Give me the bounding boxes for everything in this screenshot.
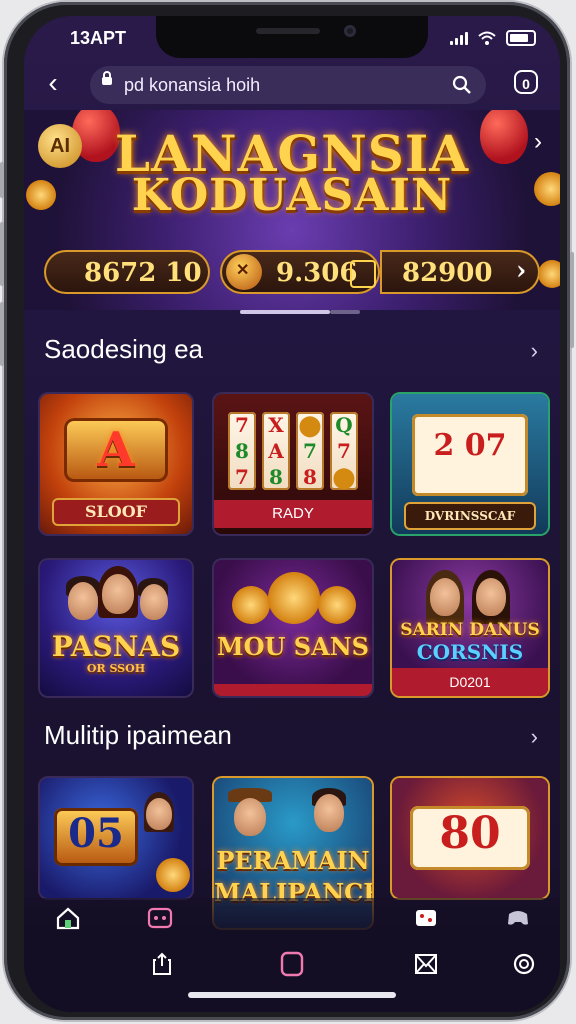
stat-value: 9.306 xyxy=(276,258,358,288)
hero-banner[interactable]: AI › LANAGNSIA KODUASAIN 8672 10 9.306 8… xyxy=(24,110,560,310)
coin-icon xyxy=(226,254,262,290)
game-tile[interactable]: 05 xyxy=(40,778,192,898)
game-tile[interactable]: SARIN DANUS CORSNIS D0201 xyxy=(392,560,548,696)
tile-title: PASNAS xyxy=(51,630,181,663)
tile-footer xyxy=(214,684,372,696)
back-button[interactable]: ‹ xyxy=(38,68,68,100)
url-text: pd konansia hoih xyxy=(124,75,261,95)
browser-toolbar: ‹ pd konansia hoih 0 xyxy=(24,60,560,110)
status-bar: 13APT xyxy=(24,26,560,52)
section-title: Saodesing ea xyxy=(44,334,204,364)
status-time: 13APT xyxy=(70,28,127,48)
slot-reel: XA8 xyxy=(262,412,290,490)
chevron-right-icon[interactable]: › xyxy=(531,724,538,750)
game-tile[interactable]: 2 07 DVRINSSCAF xyxy=(392,394,548,534)
search-icon[interactable] xyxy=(452,75,472,95)
tile-art-text: 2 07 xyxy=(433,428,507,463)
stat-pill: 82900 › xyxy=(380,250,540,294)
phone-screen: 13APT ‹ pd konansia hoih 0 AI › LANAGNSI… xyxy=(24,16,560,1012)
tile-label: SLOOF xyxy=(52,498,180,526)
tile-label: DVRINSSCAF xyxy=(404,502,536,530)
character-art xyxy=(314,794,344,832)
dice-icon[interactable] xyxy=(412,904,440,932)
phone-frame: 13APT ‹ pd konansia hoih 0 AI › LANAGNSI… xyxy=(0,2,574,1020)
home-indicator[interactable] xyxy=(188,992,396,998)
coin-art xyxy=(232,586,270,624)
stat-pill: 8672 10 xyxy=(44,250,210,294)
character-art xyxy=(140,584,168,620)
tile-title: SARIN DANUS xyxy=(400,620,540,640)
hero-stats: 8672 10 9.306 82900 › xyxy=(44,250,540,294)
battery-icon xyxy=(506,30,536,46)
box-icon xyxy=(350,260,376,288)
tabs-button[interactable]: 0 xyxy=(514,70,538,94)
mute-switch xyxy=(0,162,4,198)
carousel-indicator xyxy=(240,310,360,314)
address-bar[interactable]: pd konansia hoih xyxy=(90,66,486,104)
stat-value: 8672 10 xyxy=(84,258,202,288)
game-tile[interactable]: 80 xyxy=(392,778,548,898)
browser-bottom-bar xyxy=(24,942,560,1012)
status-icons xyxy=(450,30,536,46)
character-art xyxy=(102,574,134,614)
gamepad-icon[interactable] xyxy=(504,904,532,932)
slot-reel: Q 7 ⬤ xyxy=(330,412,358,490)
stat-pill: 9.306 xyxy=(220,250,380,294)
wifi-icon xyxy=(478,31,496,45)
game-tile[interactable]: 787 XA8 ⬤ 7 8 Q 7 ⬤ RADY xyxy=(214,394,372,534)
mail-icon[interactable] xyxy=(412,950,440,978)
volume-down-button xyxy=(0,302,4,366)
tile-subtitle: CORSNIS xyxy=(416,640,524,664)
coin-decoration xyxy=(538,260,560,288)
character-art xyxy=(234,798,266,836)
game-icon[interactable] xyxy=(146,904,174,932)
tile-label: D0201 xyxy=(392,668,548,696)
refresh-icon[interactable] xyxy=(510,950,538,978)
tabs-icon[interactable] xyxy=(278,950,306,978)
coin-art xyxy=(318,586,356,624)
slot-reel: 787 xyxy=(228,412,256,490)
coin-art xyxy=(268,572,320,624)
hero-title-line2: KODUASAIN xyxy=(131,170,453,221)
home-icon[interactable] xyxy=(54,904,82,932)
share-icon[interactable] xyxy=(148,950,176,978)
tile-title: MOU SANS xyxy=(217,632,369,661)
signal-icon xyxy=(450,31,468,45)
coin-art xyxy=(156,858,190,892)
volume-up-button xyxy=(0,222,4,286)
slot-reel: ⬤ 7 8 xyxy=(296,412,324,490)
tile-title: PERAMAIN xyxy=(216,846,370,875)
character-art xyxy=(476,578,506,616)
game-tile[interactable]: MOU SANS xyxy=(214,560,372,696)
chevron-right-icon[interactable]: › xyxy=(531,338,538,364)
character-art xyxy=(146,798,172,830)
chevron-right-icon[interactable]: › xyxy=(516,256,526,286)
bottom-app-nav xyxy=(24,898,560,942)
character-art xyxy=(68,582,98,620)
lock-icon xyxy=(102,71,112,85)
game-tile[interactable]: PASNAS OR SSOH xyxy=(40,560,192,696)
section-title: Mulitip ipaimean xyxy=(44,720,232,750)
stat-value: 82900 xyxy=(402,258,493,288)
tile-art-text: A xyxy=(97,422,135,478)
game-tile[interactable]: A SLOOF xyxy=(40,394,192,534)
character-art xyxy=(430,578,460,616)
tile-subtitle: OR SSOH xyxy=(86,662,146,675)
tile-label: RADY xyxy=(214,500,372,528)
tile-art-text: 80 xyxy=(439,808,501,859)
power-button xyxy=(570,252,574,348)
